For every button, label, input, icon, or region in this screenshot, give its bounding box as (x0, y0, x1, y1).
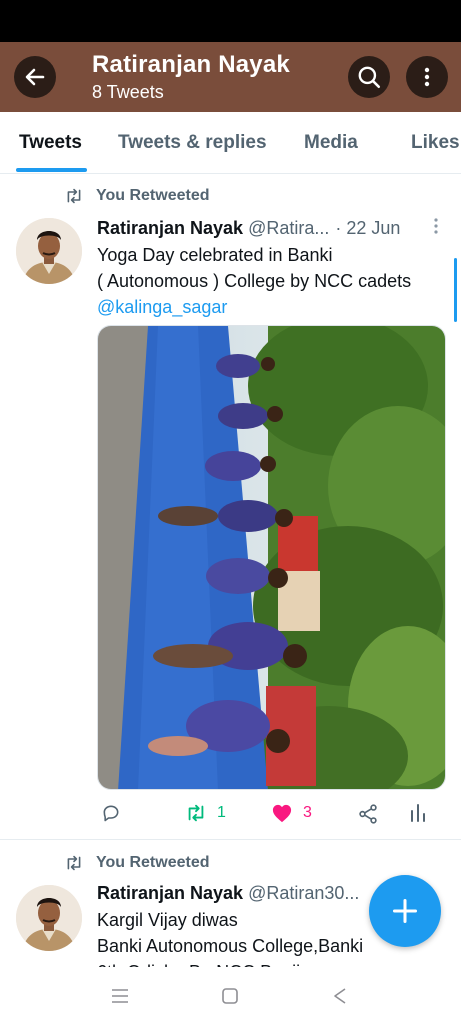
search-icon (358, 66, 381, 89)
tweet-text-line: ( Autonomous ) College by NCC cadets (97, 271, 412, 291)
plus-icon (392, 898, 418, 924)
back-nav-icon[interactable] (331, 987, 349, 1005)
reply-button[interactable] (101, 803, 121, 823)
compose-tweet-button[interactable] (369, 875, 441, 947)
retweet-button[interactable]: 1 (185, 803, 226, 823)
share-icon (359, 804, 377, 824)
profile-header: Ratiranjan Nayak 8 Tweets (0, 42, 461, 112)
retweet-icon (67, 188, 81, 204)
retweet-icon (67, 855, 81, 871)
system-navigation-bar (0, 968, 461, 1024)
tweet[interactable]: You Retweeted Ratiranjan Nayak @Ratira..… (0, 175, 461, 840)
author-handle[interactable]: @Ratira... (248, 218, 329, 239)
scrollbar[interactable] (454, 258, 457, 322)
back-button[interactable] (14, 56, 56, 98)
like-button[interactable]: 3 (271, 803, 312, 823)
tweet-text-line: 6th Odisha Bn NCC Banji (97, 959, 442, 967)
retweet-context: You Retweeted (64, 187, 210, 205)
heart-icon (272, 804, 292, 823)
mention-link[interactable]: @kalinga_sagar (97, 294, 442, 320)
retweet-label: You Retweeted (96, 187, 210, 204)
tab-tweets-replies[interactable]: Tweets & replies (118, 132, 267, 154)
recent-apps-icon[interactable] (110, 988, 130, 1004)
tab-likes[interactable]: Likes (411, 132, 460, 154)
tweet-author-row: Ratiranjan Nayak @Ratira... · 22 Jun (97, 218, 400, 239)
tweet-count: 8 Tweets (92, 82, 164, 102)
tweet-text: Yoga Day celebrated in Banki ( Autonomou… (97, 242, 442, 320)
avatar[interactable] (16, 218, 82, 284)
active-tab-indicator (16, 168, 87, 172)
retweet-label: You Retweeted (96, 854, 210, 871)
tweet-date[interactable]: · 22 Jun (335, 218, 400, 239)
share-button[interactable] (357, 803, 379, 825)
author-handle[interactable]: @Ratiran30... (248, 883, 359, 904)
author-name[interactable]: Ratiranjan Nayak (97, 883, 243, 904)
like-count: 3 (303, 804, 312, 821)
more-options-button[interactable] (406, 56, 448, 98)
analytics-icon (411, 804, 425, 822)
search-button[interactable] (348, 56, 390, 98)
author-name[interactable]: Ratiranjan Nayak (97, 218, 243, 239)
tweet-menu-button[interactable] (433, 217, 439, 240)
tweet-actions: 1 3 (97, 803, 437, 829)
status-bar (0, 0, 461, 42)
retweet-icon (188, 804, 204, 822)
more-vertical-icon (434, 218, 438, 234)
avatar[interactable] (16, 885, 82, 951)
retweet-context: You Retweeted (64, 854, 210, 872)
home-icon[interactable] (221, 987, 239, 1005)
analytics-button[interactable] (409, 803, 427, 823)
tweet-photo[interactable] (97, 325, 446, 790)
reply-icon (103, 805, 119, 822)
page-title: Ratiranjan Nayak (92, 51, 290, 78)
tab-media[interactable]: Media (304, 132, 358, 154)
tweet-author-row: Ratiranjan Nayak @Ratiran30... (97, 883, 359, 904)
tweet-text-line: Yoga Day celebrated in Banki (97, 245, 333, 265)
retweet-count: 1 (217, 804, 226, 821)
arrow-left-icon (25, 68, 45, 86)
more-vertical-icon (424, 67, 430, 87)
profile-tabs: Tweets Tweets & replies Media Likes (0, 112, 461, 174)
tab-tweets[interactable]: Tweets (19, 132, 82, 154)
